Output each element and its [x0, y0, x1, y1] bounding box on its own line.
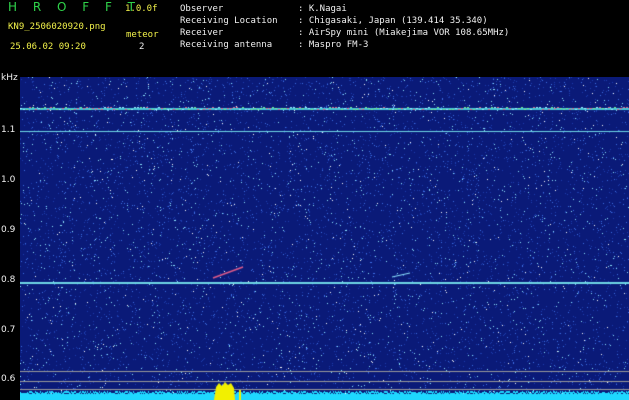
receiver-label: Receiver — [180, 28, 224, 38]
spectrogram-plot — [20, 77, 629, 400]
meteor-label: meteor — [126, 30, 159, 40]
y-tick-0.7: 0.7 — [1, 325, 16, 335]
location-value: : Chigasaki, Japan (139.414 35.340) — [298, 16, 488, 26]
observer-value: : K.Nagai — [298, 4, 347, 14]
y-tick-0.6: 0.6 — [1, 374, 16, 384]
location-label: Receiving Location — [180, 16, 278, 26]
receiver-value: : AirSpy mini (Miakejima VOR 108.65MHz) — [298, 28, 510, 38]
filename-label: KN9_2506020920.png — [8, 22, 106, 32]
y-tick-1.0: 1.0 — [1, 175, 16, 185]
unit-label: kHz — [1, 73, 18, 83]
meteor-count: 2 — [139, 42, 145, 52]
y-tick-1.1: 1.1 — [1, 125, 16, 135]
y-tick-0.9: 0.9 — [1, 225, 16, 235]
header-panel: H R O F F T 1.0.0f KN9_2506020920.png me… — [0, 0, 629, 75]
antenna-value: : Maspro FM-3 — [298, 40, 369, 50]
app-logo: H R O F F T — [8, 0, 142, 14]
observer-label: Observer — [180, 4, 224, 14]
version-label: 1.0.0f — [125, 4, 158, 14]
datetime-label: 25.06.02 09:20 — [10, 42, 86, 52]
y-tick-0.8: 0.8 — [1, 275, 16, 285]
antenna-label: Receiving antenna — [180, 40, 273, 50]
